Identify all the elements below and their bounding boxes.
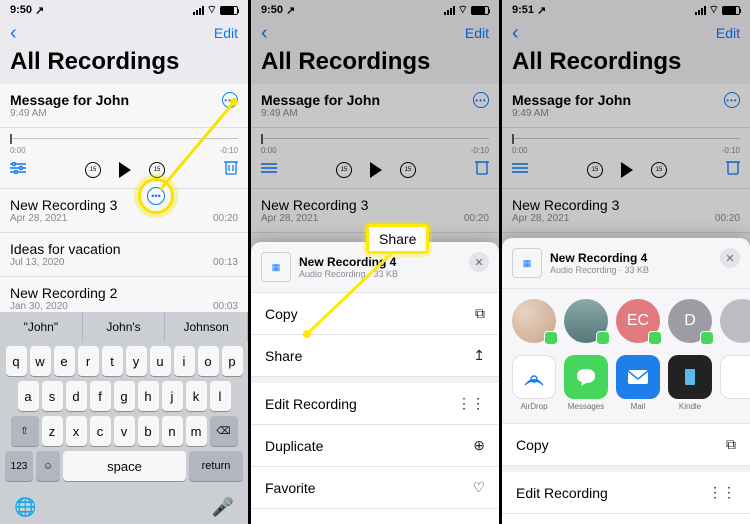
app-kindle[interactable]: Kindle [668, 355, 712, 411]
close-button[interactable]: ✕ [469, 252, 489, 272]
numeric-key: 123 [5, 451, 33, 481]
screenshot-3: 9:51↗ ⌔ ‹Edit All Recordings Message for… [502, 0, 750, 524]
keyboard[interactable]: qwertyuiop asdfghjkl ⇧zxcvbnm⌫ 123☺space… [0, 342, 248, 524]
app-more[interactable] [720, 355, 750, 411]
page-title: All Recordings [0, 46, 248, 84]
status-bar: 9:50↗ ⌔ [0, 0, 248, 20]
location-icon: ↗ [35, 4, 44, 17]
delete-key: ⌫ [210, 416, 238, 446]
return-key: return [189, 451, 243, 481]
sheet-subtitle: Audio Recording · 33 KB [299, 269, 398, 279]
recording-name: Message for John [10, 92, 238, 108]
menu-move-folder[interactable]: Move to Folder▭ [251, 509, 499, 524]
back-button[interactable]: ‹ [10, 22, 17, 45]
elapsed-time: 0:00 [10, 146, 26, 155]
contact-avatar[interactable] [512, 299, 556, 343]
share-contacts-row[interactable]: EC D [502, 289, 750, 347]
app-messages[interactable]: Messages [564, 355, 608, 411]
suggestion[interactable]: Johnson [165, 312, 248, 342]
options-icon[interactable] [10, 161, 26, 179]
action-sheet: ▦ New Recording 4Audio Recording · 33 KB… [251, 242, 499, 524]
scrubber[interactable] [10, 132, 238, 146]
recording-time: 9:49 AM [10, 108, 238, 119]
clock: 9:50 [10, 4, 32, 16]
copy-icon: ⧉ [726, 436, 736, 453]
menu-duplicate[interactable]: Duplicate [502, 514, 750, 524]
dictation-icon[interactable]: 🌐 [14, 497, 36, 518]
waveform-icon: ⋮⋮ [708, 484, 736, 501]
menu-copy[interactable]: Copy⧉ [502, 424, 750, 466]
contact-avatar[interactable]: D [668, 299, 712, 343]
play-button[interactable] [119, 162, 131, 178]
wifi-icon: ⌔ [207, 3, 217, 17]
share-sheet: ▦ New Recording 4Audio Recording · 33 KB… [502, 238, 750, 524]
recording-thumb-icon: ▦ [512, 248, 542, 278]
highlight-share-label: Share [366, 224, 429, 254]
suggestion[interactable]: John's [83, 312, 166, 342]
emoji-key: ☺ [36, 451, 60, 481]
waveform-icon: ⋮⋮ [457, 395, 485, 412]
nav-bar: ‹ Edit [0, 20, 248, 46]
list-item[interactable]: New Recording 3Apr 28, 202100:20 [0, 189, 248, 233]
mic-icon[interactable]: 🎤 [212, 497, 234, 518]
contact-avatar[interactable] [720, 299, 750, 343]
player-controls: 0:00 -0:10 15 15 [0, 128, 248, 189]
skip-forward-button[interactable]: 15 [149, 162, 165, 178]
recording-thumb-icon: ▦ [261, 252, 291, 282]
sheet-title: New Recording 4 [299, 255, 398, 269]
keyboard-suggestions: "John" John's Johnson [0, 312, 248, 342]
share-icon: ↥ [473, 347, 485, 364]
menu-favorite[interactable]: Favorite♡ [251, 467, 499, 509]
contact-avatar[interactable] [564, 299, 608, 343]
menu-duplicate[interactable]: Duplicate⊕ [251, 425, 499, 467]
close-button[interactable]: ✕ [720, 248, 740, 268]
menu-edit-recording[interactable]: Edit Recording⋮⋮ [502, 472, 750, 514]
menu-share[interactable]: Share↥ [251, 335, 499, 377]
copy-icon: ⧉ [475, 305, 485, 322]
cell-signal-icon [193, 6, 204, 15]
share-apps-row[interactable]: AirDrop Messages Mail Kindle [502, 347, 750, 424]
delete-button[interactable] [224, 159, 238, 180]
selected-recording[interactable]: Message for John 9:49 AM ••• [0, 84, 248, 128]
menu-edit-recording[interactable]: Edit Recording⋮⋮ [251, 383, 499, 425]
screenshot-1: 9:50↗ ⌔ ‹ Edit All Recordings Message fo… [0, 0, 248, 524]
skip-back-button[interactable]: 15 [85, 162, 101, 178]
app-mail[interactable]: Mail [616, 355, 660, 411]
contact-avatar[interactable]: EC [616, 299, 660, 343]
highlight-more-icon: ••• [138, 178, 174, 214]
battery-icon [220, 6, 238, 15]
heart-icon: ♡ [472, 479, 485, 496]
edit-button[interactable]: Edit [214, 25, 238, 41]
remaining-time: -0:10 [220, 146, 238, 155]
suggestion[interactable]: "John" [0, 312, 83, 342]
duplicate-icon: ⊕ [473, 437, 485, 454]
space-key: space [63, 451, 186, 481]
app-airdrop[interactable]: AirDrop [512, 355, 556, 411]
shift-key: ⇧ [11, 416, 39, 446]
more-options-button[interactable]: ••• [222, 92, 238, 108]
list-item[interactable]: Ideas for vacationJul 13, 202000:13 [0, 233, 248, 277]
menu-copy[interactable]: Copy⧉ [251, 293, 499, 335]
screenshot-2: 9:50↗ ⌔ ‹Edit All Recordings Message for… [251, 0, 499, 524]
